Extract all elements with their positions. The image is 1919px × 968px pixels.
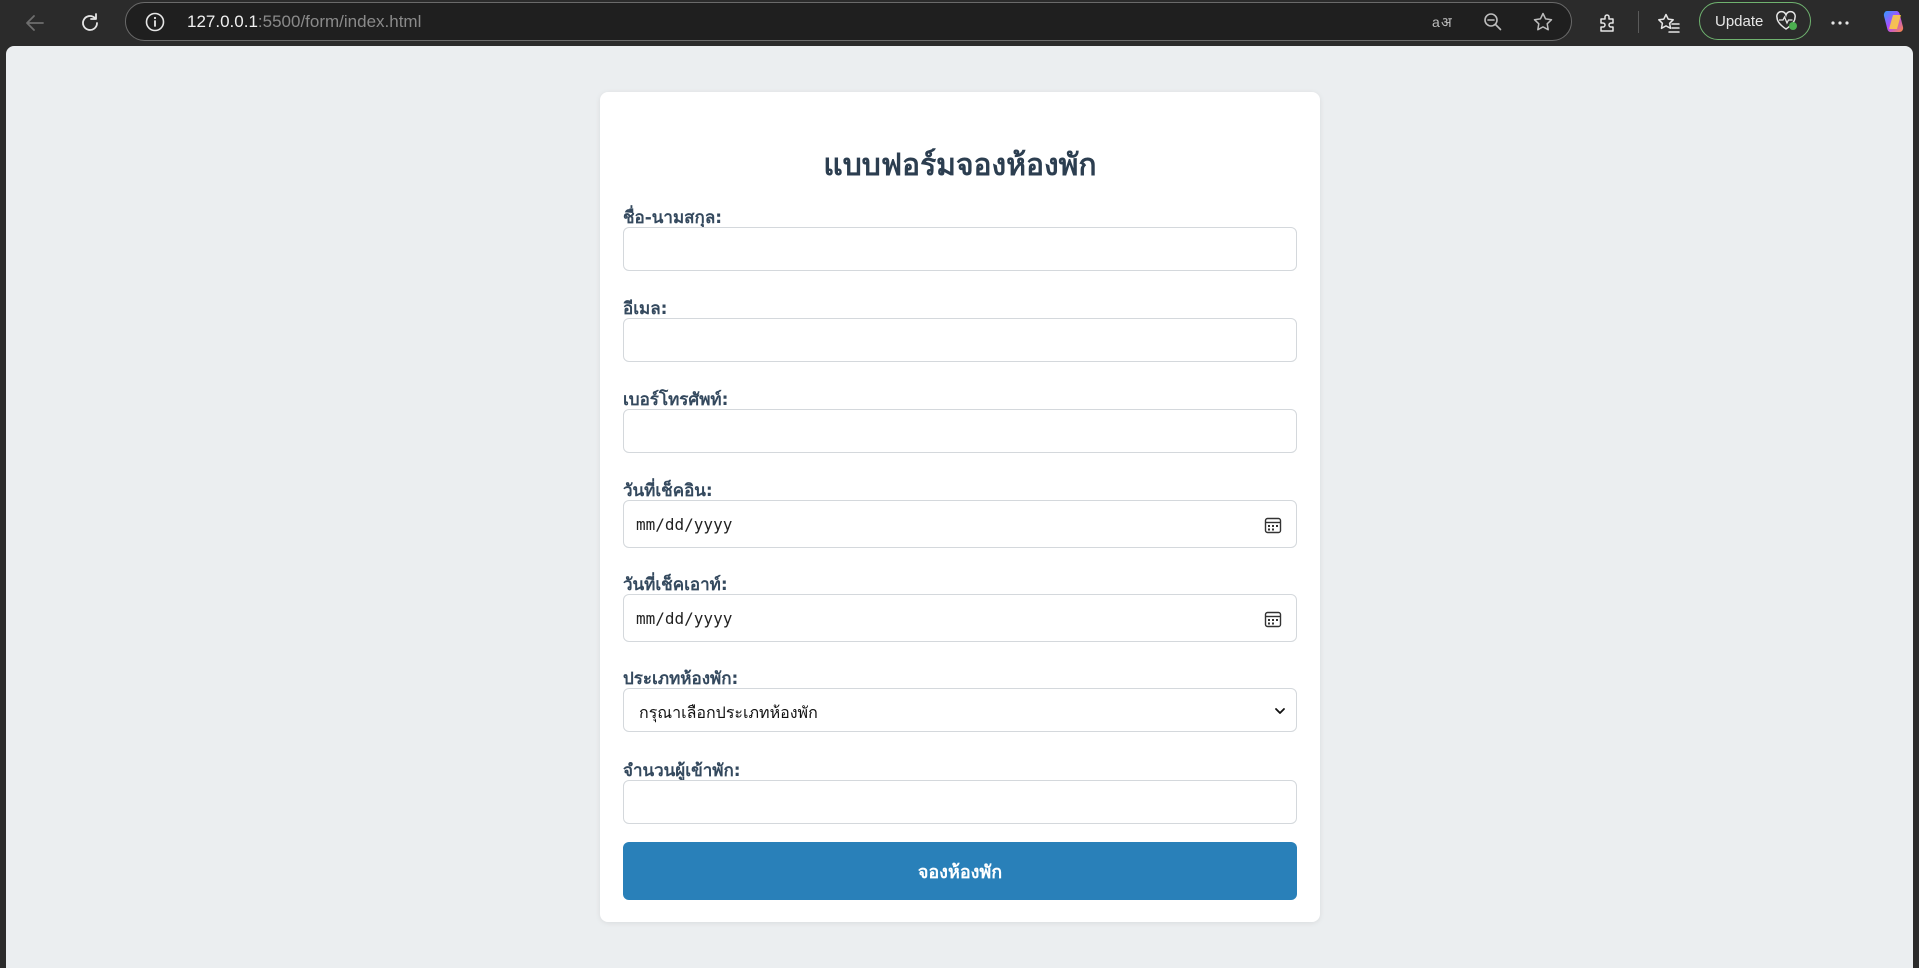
star-icon	[1533, 12, 1553, 31]
copilot-icon[interactable]	[1879, 7, 1909, 37]
checkin-date-input[interactable]: mm/dd/yyyy	[623, 500, 1297, 548]
favorite-button[interactable]	[1528, 8, 1558, 36]
booking-form-card: แบบฟอร์มจองห้องพัก ชื่อ-นามสกุล: อีเมล: …	[600, 92, 1320, 922]
calendar-icon[interactable]	[1264, 610, 1282, 628]
zoom-out-icon	[1484, 13, 1502, 31]
favorites-button[interactable]	[1651, 5, 1687, 41]
more-menu-button[interactable]	[1822, 5, 1858, 41]
health-heart-icon	[1776, 10, 1797, 30]
form-title: แบบฟอร์มจองห้องพัก	[823, 148, 1097, 183]
extensions-button[interactable]	[1590, 5, 1626, 41]
address-bar[interactable]: 127.0.0.1:5500/form/index.html a अ	[125, 2, 1572, 41]
translate-button[interactable]: a अ	[1428, 8, 1458, 36]
room-type-selected: กรุณาเลือกประเภทห้องพัก	[639, 703, 818, 722]
arrow-left-icon	[26, 15, 44, 31]
update-button[interactable]: Update	[1699, 2, 1811, 40]
url-text[interactable]: 127.0.0.1:5500/form/index.html	[187, 12, 421, 32]
room-type-select[interactable]: กรุณาเลือกประเภทห้องพัก	[623, 688, 1297, 732]
phone-input[interactable]	[623, 409, 1297, 453]
svg-text:a: a	[1432, 14, 1440, 30]
url-host: 127.0.0.1	[187, 12, 258, 31]
translate-icon: a अ	[1432, 14, 1452, 30]
back-button[interactable]	[17, 5, 53, 41]
refresh-button[interactable]	[72, 5, 108, 41]
zoom-button[interactable]	[1478, 8, 1508, 36]
email-input[interactable]	[623, 318, 1297, 362]
info-icon[interactable]	[144, 11, 166, 33]
refresh-icon	[82, 13, 98, 31]
page-viewport: แบบฟอร์มจองห้องพัก ชื่อ-นามสกุล: อีเมล: …	[6, 46, 1913, 968]
update-label: Update	[1715, 13, 1764, 30]
book-room-button[interactable]: จองห้องพัก	[623, 842, 1297, 900]
url-path: :5500/form/index.html	[257, 12, 422, 31]
favorites-list-icon	[1658, 13, 1680, 33]
fullname-input[interactable]	[623, 227, 1297, 271]
checkin-date-placeholder: mm/dd/yyyy	[636, 515, 733, 534]
checkout-date-input[interactable]: mm/dd/yyyy	[623, 594, 1297, 642]
puzzle-icon	[1600, 14, 1614, 32]
chevron-down-icon	[1275, 708, 1285, 714]
calendar-icon[interactable]	[1264, 516, 1282, 534]
checkout-date-placeholder: mm/dd/yyyy	[636, 609, 733, 628]
toolbar-divider	[1638, 11, 1639, 33]
svg-text:अ: अ	[1441, 14, 1452, 30]
guests-input[interactable]	[623, 780, 1297, 824]
more-horizontal-icon	[1831, 21, 1849, 25]
browser-toolbar: 127.0.0.1:5500/form/index.html a अ Updat…	[0, 0, 1919, 46]
